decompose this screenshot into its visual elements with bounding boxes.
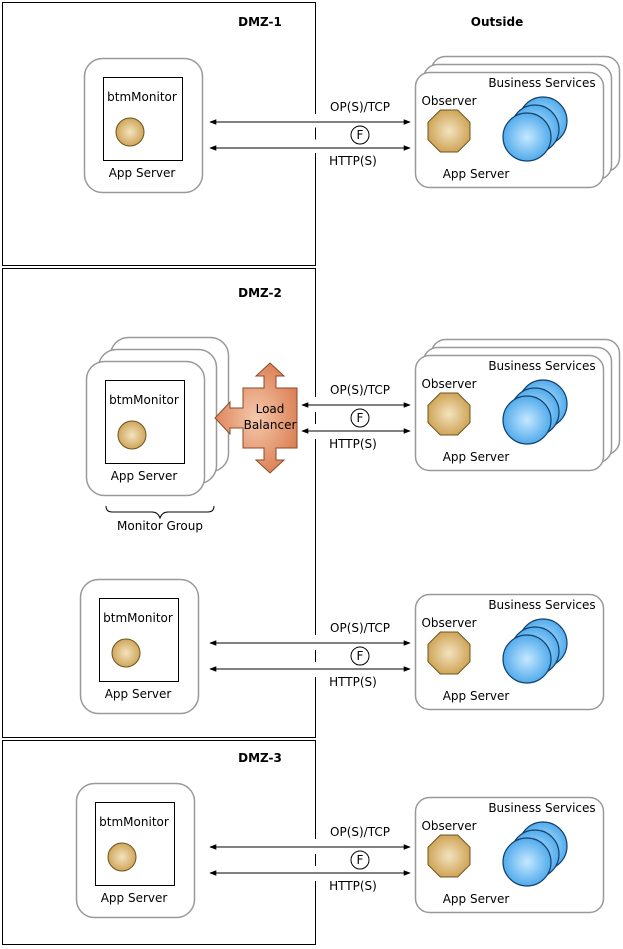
business-service-icon (502, 634, 552, 684)
op-tcp-label: OP(S)/TCP (330, 825, 390, 839)
monitor-icon (117, 420, 147, 450)
monitor-icon (115, 117, 145, 147)
zone-label-dmz1: DMZ-1 (238, 15, 282, 29)
observer-icon (427, 109, 471, 153)
http-label: HTTP(S) (329, 154, 377, 168)
op-tcp-label: OP(S)/TCP (330, 621, 390, 635)
app-server-label: App Server (443, 167, 510, 181)
app-server-label: App Server (109, 166, 176, 180)
btm-app-server: btmMonitor App Server (85, 336, 230, 497)
outside-app-server: Business Services Observer App Server (414, 796, 605, 914)
business-services-label: Business Services (488, 76, 595, 90)
monitor-icon (107, 842, 137, 872)
btm-app-server: btmMonitor App Server (75, 782, 196, 919)
observer-label: Observer (421, 377, 476, 391)
observer-label: Observer (421, 819, 476, 833)
btm-monitor-label: btmMonitor (103, 611, 173, 625)
btm-app-server: btmMonitor App Server (83, 57, 204, 194)
app-server-label: App Server (443, 450, 510, 464)
monitor-group-label: Monitor Group (117, 519, 203, 533)
business-services-label: Business Services (488, 598, 595, 612)
business-services-label: Business Services (488, 801, 595, 815)
business-service-icon (502, 112, 552, 162)
outside-app-server: Business Services Observer App Server (414, 593, 605, 711)
monitor-icon (111, 638, 141, 668)
btm-monitor-label: btmMonitor (99, 815, 169, 829)
firewall-label: F (357, 649, 364, 663)
business-service-icon (502, 395, 552, 445)
observer-icon (427, 631, 471, 675)
deployment-diagram: DMZ-1 Outside DMZ-2 DMZ-3 btmMonitor App Serv… (2, 2, 621, 945)
http-label: HTTP(S) (329, 437, 377, 451)
load-balancer-label: Balancer (244, 418, 297, 432)
firewall-label: F (357, 411, 364, 425)
app-server-label: App Server (111, 469, 178, 483)
op-tcp-label: OP(S)/TCP (330, 100, 390, 114)
business-service-icon (502, 837, 552, 887)
observer-label: Observer (421, 94, 476, 108)
http-label: HTTP(S) (329, 675, 377, 689)
btm-monitor-label: btmMonitor (107, 90, 177, 104)
zone-label-dmz3: DMZ-3 (238, 751, 282, 765)
zone-label-dmz2: DMZ-2 (238, 286, 282, 300)
business-services-label: Business Services (488, 359, 595, 373)
http-label: HTTP(S) (329, 879, 377, 893)
observer-label: Observer (421, 616, 476, 630)
firewall-label: F (357, 128, 364, 142)
btm-monitor-label: btmMonitor (109, 393, 179, 407)
outside-app-server: Business Services Observer App Server (414, 55, 621, 189)
app-server-label: App Server (105, 687, 172, 701)
monitor-group-brace (105, 505, 215, 520)
op-tcp-label: OP(S)/TCP (330, 383, 390, 397)
app-server-label: App Server (443, 892, 510, 906)
app-server-label: App Server (443, 689, 510, 703)
load-balancer-label: Load (256, 402, 285, 416)
outside-app-server: Business Services Observer App Server (414, 338, 621, 472)
observer-icon (427, 834, 471, 878)
btm-app-server: btmMonitor App Server (79, 578, 200, 715)
zone-label-outside: Outside (471, 15, 523, 29)
observer-icon (427, 392, 471, 436)
firewall-label: F (357, 853, 364, 867)
app-server-label: App Server (101, 891, 168, 905)
